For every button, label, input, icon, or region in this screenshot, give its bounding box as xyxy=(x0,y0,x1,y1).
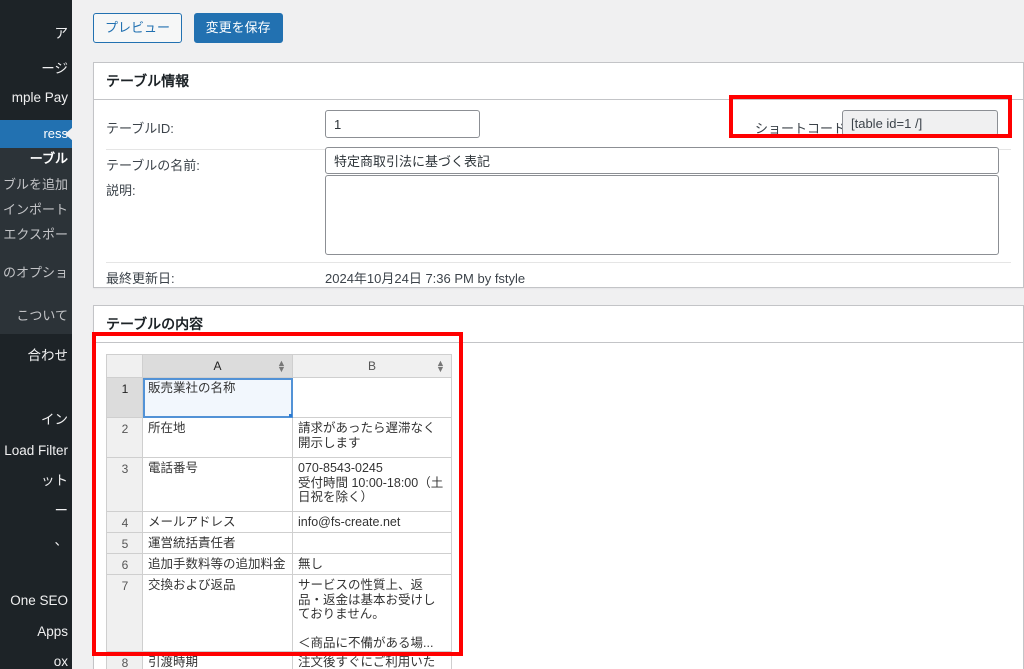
table-row[interactable]: 5 運営統括責任者 xyxy=(107,533,452,554)
sidebar-item-label: ー xyxy=(54,503,69,518)
spreadsheet-header-row: A ▲ ▼ B ▲ ▼ xyxy=(107,355,452,378)
sidebar-item-label: のオプショ xyxy=(2,265,68,280)
sort-arrows-icon[interactable]: ▲ ▼ xyxy=(436,359,445,374)
sidebar-item-0[interactable]: ア xyxy=(0,26,72,44)
table-name-label: テーブルの名前: xyxy=(106,158,200,173)
cell-a5[interactable]: 運営統括責任者 xyxy=(143,533,293,554)
sidebar-item-9[interactable]: こついて xyxy=(0,308,72,326)
sidebar-item-12[interactable]: Load Filter xyxy=(0,443,72,461)
sidebar-item-label: One SEO xyxy=(10,593,68,608)
sidebar-item-10[interactable]: 合わせ xyxy=(0,348,72,366)
cell-a7[interactable]: 交換および返品 xyxy=(143,575,293,652)
sidebar-item-label: ブルを追加 xyxy=(2,177,68,192)
sidebar-item-label: 合わせ xyxy=(27,348,69,363)
row-header-5[interactable]: 5 xyxy=(107,533,143,554)
cell-a6[interactable]: 追加手数料等の追加料金 xyxy=(143,554,293,575)
sidebar-item-label: エクスポー xyxy=(3,227,68,242)
sidebar-item-label: Apps xyxy=(37,624,68,639)
cell-a2[interactable]: 所在地 xyxy=(143,418,293,458)
cell-b6[interactable]: 無し xyxy=(293,554,452,575)
sidebar-item-label: 、 xyxy=(54,533,69,548)
sidebar-item-label: インポート xyxy=(2,202,68,217)
sidebar-item-label: mple Pay xyxy=(11,90,68,105)
row-header-2[interactable]: 2 xyxy=(107,418,143,458)
sidebar-item-1[interactable]: ージ xyxy=(0,61,72,79)
sidebar-item-18[interactable]: ox xyxy=(0,654,72,669)
cell-b4[interactable]: info@fs-create.net xyxy=(293,512,452,533)
save-changes-button[interactable]: 変更を保存 xyxy=(193,13,283,43)
row-header-7[interactable]: 7 xyxy=(107,575,143,652)
preview-button[interactable]: プレビュー xyxy=(93,13,183,43)
sidebar-item-current[interactable]: ress xyxy=(0,120,72,148)
cell-b1[interactable] xyxy=(293,378,452,418)
cell-a4[interactable]: メールアドレス xyxy=(143,512,293,533)
sidebar-item-5[interactable]: ブルを追加 xyxy=(0,177,72,195)
cell-a3[interactable]: 電話番号 xyxy=(143,458,293,512)
row-header-1[interactable]: 1 xyxy=(107,378,143,418)
row-header-6[interactable]: 6 xyxy=(107,554,143,575)
sidebar-item-15[interactable]: 、 xyxy=(0,533,72,551)
cell-b2[interactable]: 請求があったら遅滞なく 開示します xyxy=(293,418,452,458)
sidebar-item-label: ット xyxy=(41,473,68,488)
table-row[interactable]: 4 メールアドレス info@fs-create.net xyxy=(107,512,452,533)
row-header-8[interactable]: 8 xyxy=(107,652,143,669)
sidebar-item-label: イン xyxy=(41,412,68,427)
sidebar-current-arrow-icon xyxy=(65,127,72,141)
table-description-label: 説明: xyxy=(106,183,136,198)
last-modified-value: 2024年10月24日 7:36 PM by fstyle xyxy=(325,271,526,286)
sidebar-item-8[interactable]: のオプショ xyxy=(0,265,72,283)
sidebar-item-label: ア xyxy=(54,26,69,41)
sidebar-item-4[interactable]: ーブル xyxy=(0,151,72,169)
table-content-panel: テーブルの内容 A ▲ ▼ B ▲ ▼ 1 販売業社の名称 2 所在地 請求があったら遅滞なく 開示… xyxy=(93,305,1024,669)
spreadsheet[interactable]: A ▲ ▼ B ▲ ▼ 1 販売業社の名称 2 所在地 請求があったら遅滞なく 開示します 3 電話番号… xyxy=(106,354,452,669)
sidebar-item-6[interactable]: インポート xyxy=(0,202,72,220)
sidebar-item-13[interactable]: ット xyxy=(0,473,72,491)
spreadsheet-corner-cell[interactable] xyxy=(107,355,143,378)
table-description-textarea[interactable] xyxy=(325,175,999,255)
sidebar-item-16[interactable]: One SEO xyxy=(0,593,72,611)
table-information-title: テーブル情報 xyxy=(94,63,1023,100)
sort-arrows-icon[interactable]: ▲ ▼ xyxy=(277,359,286,374)
row-header-3[interactable]: 3 xyxy=(107,458,143,512)
cell-b5[interactable] xyxy=(293,533,452,554)
table-name-input[interactable] xyxy=(325,147,999,174)
sidebar-item-label: Load Filter xyxy=(4,443,68,458)
table-row[interactable]: 6 追加手数料等の追加料金 無し xyxy=(107,554,452,575)
table-row[interactable]: 8引渡時期注文後すぐにご利用いた だけます。 xyxy=(107,652,452,669)
table-row[interactable]: 3 電話番号 070-8543-0245 受付時間 10:00-18:00（土 日祝… xyxy=(107,458,452,512)
table-id-input[interactable] xyxy=(325,110,480,138)
sidebar-item-7[interactable]: エクスポー xyxy=(0,227,72,245)
column-header-b[interactable]: B ▲ ▼ xyxy=(293,355,452,378)
row-header-4[interactable]: 4 xyxy=(107,512,143,533)
sidebar-item-17[interactable]: Apps xyxy=(0,624,72,642)
sidebar-item-14[interactable]: ー xyxy=(0,503,72,521)
sidebar-item-label: ox xyxy=(53,654,68,669)
table-id-label: テーブルID: xyxy=(106,121,174,136)
column-header-a[interactable]: A ▲ ▼ xyxy=(143,355,293,378)
divider-after-description xyxy=(106,262,1011,263)
shortcode-input[interactable] xyxy=(842,110,998,136)
cell-b7[interactable]: サービスの性質上、返 品・返金は基本お受けし ておりません。 ＜商品に不備がある… xyxy=(293,575,452,652)
last-modified-label: 最終更新日: xyxy=(106,271,175,286)
table-content-title: テーブルの内容 xyxy=(94,306,1023,343)
action-toolbar: プレビュー 変更を保存 xyxy=(93,13,283,43)
shortcode-label: ショートコード: xyxy=(755,121,850,136)
admin-sidebar: アージ mple Pay ress ーブルブルを追加インポートエクスポーのオプショこつ… xyxy=(0,0,72,669)
main-content: プレビュー 変更を保存 テーブル情報 テーブルID: ショートコード: テーブル… xyxy=(72,0,1024,669)
cell-a8[interactable]: 引渡時期 xyxy=(143,652,293,669)
cell-b3[interactable]: 070-8543-0245 受付時間 10:00-18:00（土 日祝を除く） xyxy=(293,458,452,512)
cell-b8[interactable]: 注文後すぐにご利用いた だけます。 xyxy=(293,652,452,669)
selection-handle[interactable] xyxy=(289,414,292,417)
sidebar-item-label: ーブル xyxy=(29,151,68,166)
table-row[interactable]: 2 所在地 請求があったら遅滞なく 開示します xyxy=(107,418,452,458)
sidebar-item-2[interactable]: mple Pay xyxy=(0,90,72,108)
table-row[interactable]: 7 交換および返品 サービスの性質上、返 品・返金は基本お受けし ておりません。 ＜… xyxy=(107,575,452,652)
table-information-panel: テーブル情報 テーブルID: ショートコード: テーブルの名前: 説明: 最終更… xyxy=(93,62,1024,288)
table-row[interactable]: 1 販売業社の名称 xyxy=(107,378,452,418)
cell-a1[interactable]: 販売業社の名称 xyxy=(143,378,293,418)
screen: アージ mple Pay ress ーブルブルを追加インポートエクスポーのオプショこつ… xyxy=(0,0,1024,669)
sidebar-item-11[interactable]: イン xyxy=(0,412,72,430)
sidebar-item-label: ージ xyxy=(41,61,68,76)
sidebar-item-label: こついて xyxy=(16,308,68,323)
